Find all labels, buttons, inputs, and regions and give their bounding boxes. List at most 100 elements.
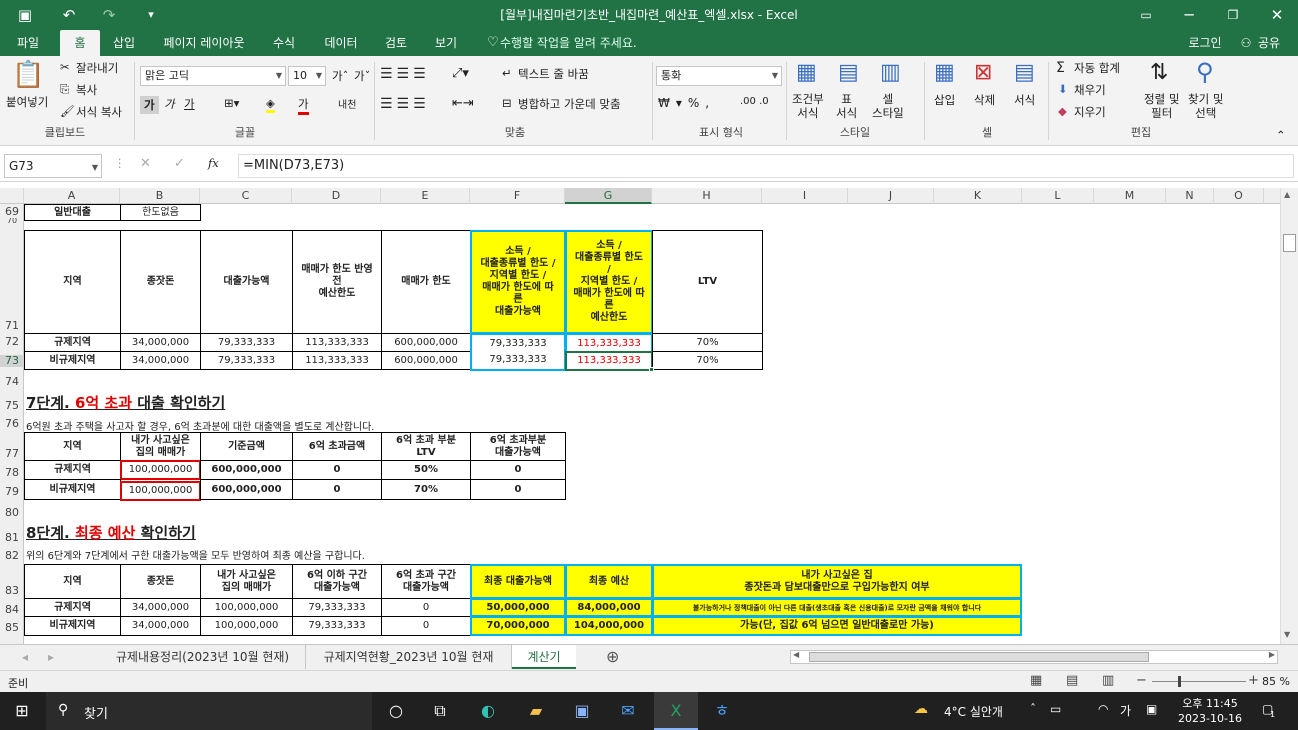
sheet-tab-active[interactable]: 계산기 (512, 645, 576, 669)
store-icon[interactable]: ▣ (560, 692, 604, 730)
table-header[interactable]: 지역 (24, 432, 121, 461)
cell[interactable]: 34,000,000 (120, 598, 201, 617)
number-format-select[interactable]: 통화 ▼ (656, 66, 782, 86)
scroll-thumb[interactable] (1283, 234, 1296, 252)
table-header[interactable]: 6억 초과 구간 대출가능액 (381, 564, 471, 599)
cell[interactable]: 600,000,000 (200, 460, 293, 480)
column-header[interactable]: C (200, 188, 292, 204)
weather-text[interactable]: 4°C 실안개 (944, 703, 1003, 720)
tab-review[interactable]: 검토 (376, 30, 416, 56)
cell[interactable]: 70% (652, 333, 763, 352)
row-header[interactable]: 78 (0, 467, 24, 479)
sort-filter-button[interactable]: 정렬 및 필터 (1144, 92, 1179, 120)
file-explorer-icon[interactable]: ▰ (514, 692, 558, 730)
excel-icon[interactable]: X (654, 692, 698, 730)
row-header[interactable]: 71 (0, 320, 24, 332)
row-header[interactable]: 70 (0, 218, 24, 224)
name-box[interactable]: G73 ▼ (4, 154, 102, 178)
ribbon-display-icon[interactable]: ▭ (1133, 4, 1159, 26)
fill-color-icon[interactable]: ◈ (266, 96, 275, 113)
cell[interactable]: 규제지역 (24, 333, 121, 352)
font-size-select[interactable]: 10 ▼ (288, 66, 326, 86)
hangul-app-icon[interactable]: ㅎ (700, 692, 744, 730)
tab-home[interactable]: 홈 (60, 30, 100, 56)
vertical-align-icon[interactable]: ☰☰☰ (380, 66, 430, 82)
next-sheet-icon[interactable]: ▸ (40, 645, 62, 669)
decimal-icon[interactable]: .00 .0 (740, 96, 769, 107)
table-header[interactable]: LTV (652, 230, 763, 334)
column-header[interactable]: O (1214, 188, 1264, 204)
cell[interactable]: 100,000,000 (200, 598, 293, 617)
page-break-view-icon[interactable]: ▥ (1102, 673, 1114, 688)
ime-language[interactable]: 가 (1120, 702, 1131, 719)
phonetic-button[interactable]: 내천 (338, 96, 356, 111)
bold-button[interactable]: 가 (140, 96, 159, 114)
customize-qat-icon[interactable]: ▾ (138, 4, 164, 26)
fill-handle[interactable] (649, 367, 654, 372)
cell[interactable]: 불가능하거나 정책대출이 아닌 다른 대출(생초대출 혹은 신용대출)로 모자란… (652, 598, 1022, 617)
tell-me-box[interactable]: 수행할 작업을 알려 주세요. (500, 30, 650, 56)
row-header[interactable]: 82 (0, 550, 24, 562)
merge-center-button[interactable]: 병합하고 가운데 맞춤 (518, 96, 621, 112)
table-header[interactable]: 지역 (24, 564, 121, 599)
restore-icon[interactable]: ❐ (1220, 4, 1246, 26)
normal-view-icon[interactable]: ▦ (1030, 673, 1042, 688)
cell[interactable]: 0 (292, 460, 382, 480)
column-header[interactable]: L (1022, 188, 1094, 204)
tab-insert[interactable]: 삽입 (104, 30, 144, 56)
column-header[interactable]: N (1166, 188, 1214, 204)
cell-a69[interactable]: 일반대출 (24, 204, 121, 221)
table-header[interactable]: 최종 예산 (565, 564, 653, 599)
cut-button[interactable]: 잘라내기 (76, 60, 118, 76)
table-header[interactable]: 최종 대출가능액 (470, 564, 566, 599)
tab-page-layout[interactable]: 페이지 레이아웃 (152, 30, 256, 56)
table-header[interactable]: 내가 사고싶은 집 종잣돈과 담보대출만으로 구입가능한지 여부 (652, 564, 1022, 599)
cell[interactable]: 비규제지역 (24, 479, 121, 500)
table-header[interactable]: 6억 초과금액 (292, 432, 382, 461)
clock-date[interactable]: 2023-10-16 (1174, 712, 1246, 725)
redo-icon[interactable]: ↷ (96, 4, 122, 26)
paste-icon[interactable]: 📋 (12, 60, 44, 90)
cell[interactable]: 70% (381, 479, 471, 500)
fx-icon[interactable]: fx (208, 156, 219, 170)
row-header[interactable]: 73 (0, 355, 24, 367)
save-icon[interactable]: ▣ (12, 4, 38, 26)
row-header[interactable]: 79 (0, 486, 24, 498)
sign-in-link[interactable]: 로그인 (1182, 30, 1228, 56)
share-button[interactable]: 공유 (1254, 30, 1284, 56)
collapse-ribbon-icon[interactable]: ⌃ (1276, 128, 1286, 142)
insert-cells-button[interactable]: 삽입 (934, 92, 955, 108)
cell[interactable]: 가능(단, 집값 6억 넘으면 일반대출로만 가능) (652, 616, 1022, 636)
row-header[interactable]: 75 (0, 400, 24, 412)
column-header[interactable]: I (762, 188, 848, 204)
borders-icon[interactable]: ⊞▾ (224, 96, 239, 110)
edge-icon[interactable]: ◐ (466, 692, 510, 730)
minimize-icon[interactable]: ─ (1176, 4, 1202, 26)
copy-button[interactable]: 복사 (76, 82, 97, 98)
task-view-icon[interactable]: ⧉ (418, 692, 462, 730)
sheet-tab[interactable]: 규제내용정리(2023년 10월 현재) (100, 645, 306, 669)
ime-mode-icon[interactable]: ▣ (1146, 702, 1157, 716)
prev-sheet-icon[interactable]: ◂ (14, 645, 36, 669)
column-header[interactable]: J (848, 188, 934, 204)
grow-font-icon[interactable]: 가ˆ (332, 68, 348, 84)
table-header[interactable]: 종잣돈 (120, 230, 201, 334)
sheet-tab[interactable]: 규제지역현황_2023년 10월 현재 (306, 645, 512, 669)
cell[interactable]: 0 (292, 479, 382, 500)
scroll-down-icon[interactable]: ▼ (1284, 630, 1290, 639)
tab-view[interactable]: 보기 (426, 30, 466, 56)
shrink-font-icon[interactable]: 가ˇ (354, 68, 370, 84)
cell[interactable]: 70% (652, 351, 763, 370)
cell[interactable]: 0 (381, 616, 471, 636)
table-header[interactable]: 6억 초과 부분 LTV (381, 432, 471, 461)
table-header[interactable]: 소득 / 대출종류별 한도 / 지역별 한도 / 매매가 한도에 따 른 예산한… (565, 230, 653, 334)
tray-chevron-icon[interactable]: ˆ (1030, 702, 1036, 716)
zoom-slider[interactable] (1152, 681, 1246, 682)
table-header[interactable]: 내가 사고싶은 집의 매매가 (120, 432, 201, 461)
font-color-button[interactable]: 가 (298, 96, 309, 115)
row-header[interactable]: 69 (0, 206, 24, 218)
page-layout-view-icon[interactable]: ▤ (1066, 673, 1078, 688)
windows-start-icon[interactable]: ⊞ (0, 692, 44, 730)
italic-button[interactable]: 가 (164, 96, 175, 112)
cell[interactable]: 79,333,333 (200, 333, 293, 352)
